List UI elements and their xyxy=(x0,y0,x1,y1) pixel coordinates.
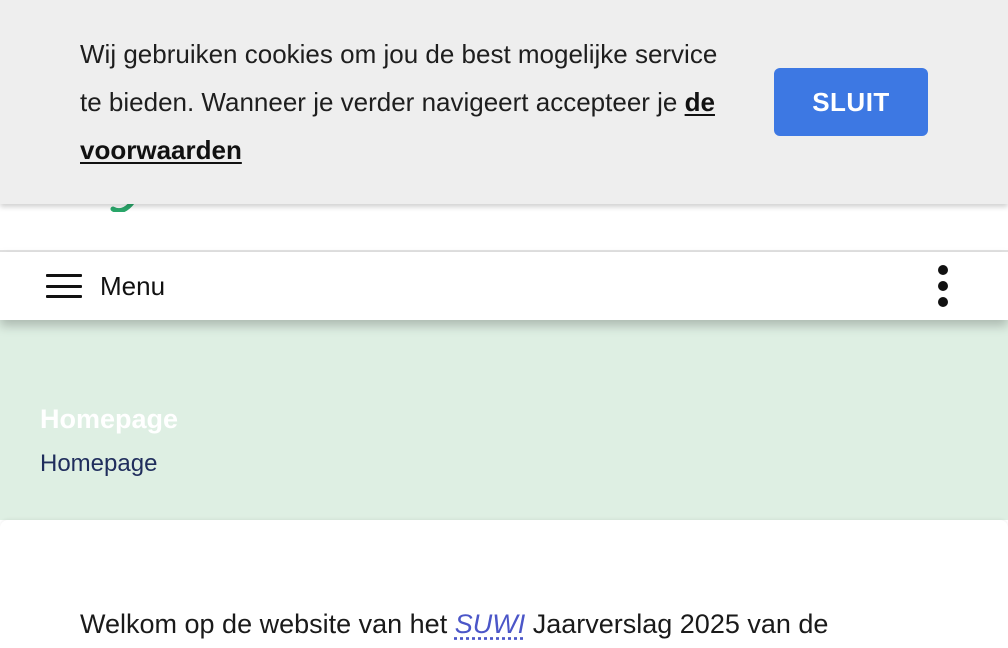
page-title: Homepage xyxy=(40,404,179,434)
intro-text-end: Jaarverslag 2025 van de xyxy=(525,609,829,639)
hamburger-icon xyxy=(46,274,82,298)
close-cookie-button[interactable]: SLUIT xyxy=(774,68,928,136)
menu-label: Menu xyxy=(100,270,166,301)
cookie-message: Wij gebruiken cookies om jou de best mog… xyxy=(80,30,720,174)
main-content: Welkom op de website van het SUWI Jaarve… xyxy=(0,520,1008,648)
cookie-banner: Wij gebruiken cookies om jou de best mog… xyxy=(0,0,1008,204)
navbar: Menu xyxy=(0,252,1008,320)
menu-button[interactable]: Menu xyxy=(46,264,165,308)
more-vertical-icon[interactable] xyxy=(924,262,962,310)
breadcrumb-homepage[interactable]: Homepage xyxy=(40,450,157,478)
cookie-message-text: Wij gebruiken cookies om jou de best mog… xyxy=(80,39,718,117)
suwi-link[interactable]: SUWI xyxy=(455,609,526,639)
page-header: Homepage Homepage xyxy=(0,320,1008,520)
intro-paragraph: Welkom op de website van het SUWI Jaarve… xyxy=(80,606,960,642)
intro-text-start: Welkom op de website van het xyxy=(80,609,455,639)
